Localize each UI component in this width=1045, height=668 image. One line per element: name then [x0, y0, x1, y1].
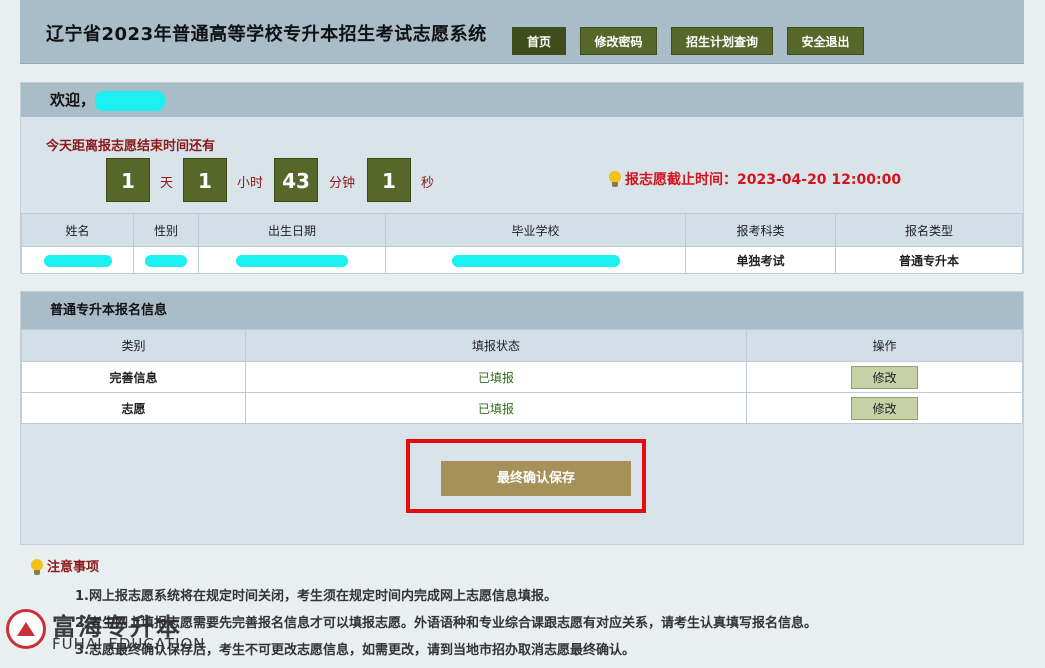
registration-panel: 普通专升本报名信息 类别 填报状态 操作 完善信息 已填报 修改 志愿 已填报 …: [20, 291, 1024, 545]
nav-change-password-button[interactable]: 修改密码: [580, 27, 657, 55]
col-header-category: 类别: [21, 329, 246, 362]
system-title: 辽宁省2023年普通高等学校专升本招生考试志愿系统: [46, 24, 487, 45]
welcome-panel: 欢迎， 今天距离报志愿结束时间还有 1 天 1 小时 43 分钟 1 秒 报志愿…: [20, 82, 1024, 274]
countdown-days-unit: 天: [160, 176, 174, 191]
fuhai-logo-icon: [6, 609, 46, 649]
notes-title: 注意事项: [47, 560, 100, 575]
deadline-info: 报志愿截止时间：2023-04-20 12:00:00: [608, 169, 901, 189]
countdown-days: 1: [106, 158, 150, 202]
cell-action: 修改: [746, 361, 1023, 393]
table-row: 志愿 已填报 修改: [21, 392, 1023, 424]
col-header-registration-type: 报名类型: [835, 213, 1023, 247]
highlight-box: 最终确认保存: [406, 439, 646, 513]
table-row: 完善信息 已填报 修改: [21, 361, 1023, 393]
col-header-gender: 性别: [133, 213, 199, 247]
edit-info-button[interactable]: 修改: [851, 365, 918, 389]
redacted-value: [236, 254, 348, 267]
countdown-seconds: 1: [367, 158, 411, 202]
registration-title: 普通专升本报名信息: [21, 292, 1023, 329]
nav-logout-button[interactable]: 安全退出: [787, 27, 864, 55]
deadline-value: 2023-04-20 12:00:00: [737, 172, 902, 188]
notes-item: 2.考生网上填报志愿需要先完善报名信息才可以填报志愿。外语语种和专业综合课跟志愿…: [75, 615, 817, 631]
cell-registration-type: 普通专升本: [835, 246, 1023, 274]
col-header-school: 毕业学校: [385, 213, 686, 247]
redacted-value: [43, 254, 112, 267]
cell-status: 已填报: [245, 392, 747, 424]
cell-gender: [133, 246, 199, 274]
cell-school: [385, 246, 686, 274]
redacted-value: [451, 254, 620, 267]
student-info-table-wrap: 姓名 性别 出生日期 毕业学校 报考科类 报名类型 单独考试 普通专升本: [21, 213, 1023, 274]
top-header: 辽宁省2023年普通高等学校专升本招生考试志愿系统 首页 修改密码 招生计划查询…: [20, 0, 1024, 64]
cell-exam-category: 单独考试: [685, 246, 836, 274]
col-header-exam-category: 报考科类: [685, 213, 836, 247]
nav-plan-query-button[interactable]: 招生计划查询: [671, 27, 773, 55]
countdown-hours: 1: [183, 158, 227, 202]
redacted-name: [95, 90, 166, 111]
cell-category: 志愿: [21, 392, 246, 424]
lightbulb-icon: [608, 171, 622, 189]
notes-item: 1.网上报志愿系统将在规定时间关闭，考生须在规定时间内完成网上志愿信息填报。: [75, 588, 557, 604]
nav-home-button[interactable]: 首页: [512, 27, 566, 55]
deadline-label: 报志愿截止时间：: [625, 172, 737, 188]
countdown-minutes-unit: 分钟: [329, 176, 356, 191]
welcome-text: 欢迎，: [50, 91, 96, 109]
cell-status: 已填报: [245, 361, 747, 393]
final-confirm-save-button[interactable]: 最终确认保存: [441, 461, 631, 496]
notes-item: 3.志愿最终确认保存后，考生不可更改志愿信息，如需更改，请到当地市招办取消志愿最…: [75, 642, 635, 658]
countdown-hours-unit: 小时: [237, 176, 264, 191]
notes-heading: 注意事项: [30, 556, 1010, 577]
welcome-bar: 欢迎，: [21, 83, 1023, 117]
cell-name: [21, 246, 134, 274]
countdown-label: 今天距离报志愿结束时间还有: [46, 139, 216, 154]
redacted-value: [145, 254, 187, 267]
countdown-seconds-unit: 秒: [421, 176, 435, 191]
col-header-name: 姓名: [21, 213, 134, 247]
watermark-name-en: FUHAI EDUCATION: [52, 635, 206, 653]
lightbulb-icon: [30, 558, 44, 577]
col-header-birthdate: 出生日期: [198, 213, 386, 247]
countdown-minutes: 43: [274, 158, 318, 202]
student-info-table: 姓名 性别 出生日期 毕业学校 报考科类 报名类型 单独考试 普通专升本: [21, 213, 1023, 274]
cell-action: 修改: [746, 392, 1023, 424]
col-header-action: 操作: [746, 329, 1023, 362]
table-row: 单独考试 普通专升本: [21, 246, 1023, 274]
col-header-status: 填报状态: [245, 329, 747, 362]
cell-birthdate: [198, 246, 386, 274]
edit-preference-button[interactable]: 修改: [851, 396, 918, 420]
cell-category: 完善信息: [21, 361, 246, 393]
registration-table: 类别 填报状态 操作 完善信息 已填报 修改 志愿 已填报 修改: [21, 329, 1023, 424]
